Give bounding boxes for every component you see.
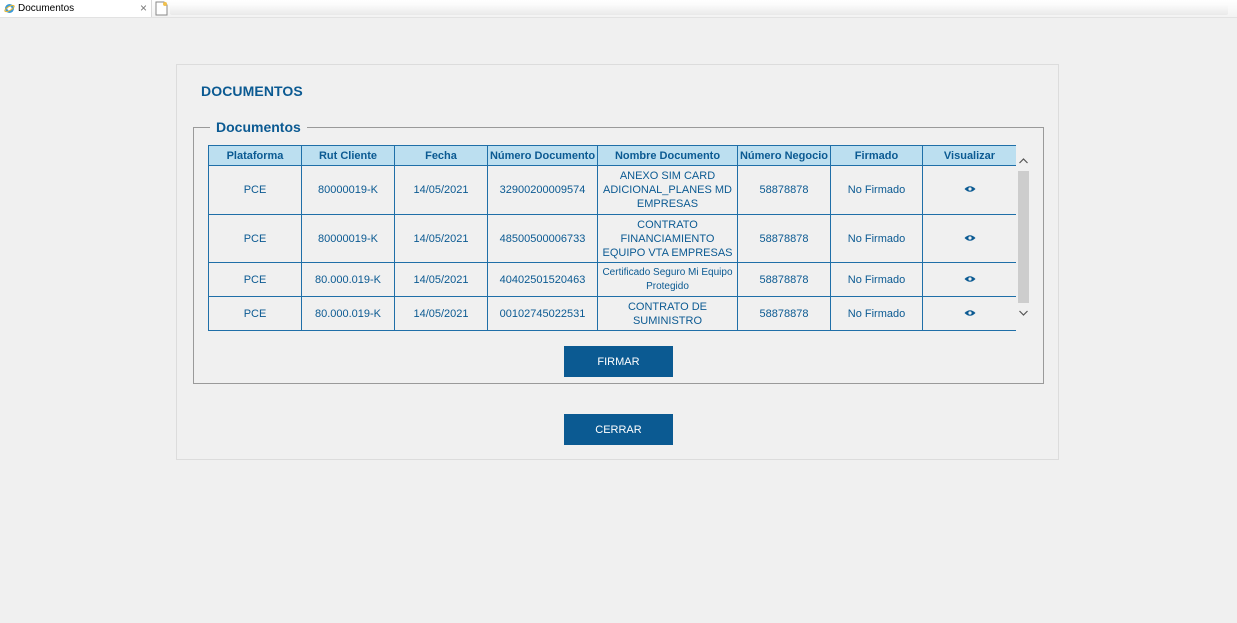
cell-numero-negocio: 58878878 bbox=[737, 165, 831, 215]
cell-plataforma: PCE bbox=[208, 296, 302, 331]
eye-icon[interactable] bbox=[964, 275, 976, 283]
cell-visualizar bbox=[922, 165, 1017, 215]
cell-rut-cliente: 80.000.019-K bbox=[301, 296, 395, 331]
cell-nombre-documento: ANEXO SIM CARD ADICIONAL_PLANES MD EMPRE… bbox=[597, 165, 738, 215]
cell-numero-documento: 00102745022531 bbox=[487, 296, 598, 331]
cell-numero-negocio: 58878878 bbox=[737, 214, 831, 263]
cell-numero-documento: 40402501520463 bbox=[487, 262, 598, 297]
cell-numero-documento: 32900200009574 bbox=[487, 165, 598, 215]
cell-nombre-documento: Certificado Seguro Mi Equipo Protegido bbox=[597, 262, 738, 297]
cell-fecha: 14/05/2021 bbox=[394, 262, 488, 297]
header-numero-documento[interactable]: Número Documento bbox=[487, 145, 598, 166]
table-header-row: Plataforma Rut Cliente Fecha Número Docu… bbox=[208, 145, 1017, 166]
eye-icon[interactable] bbox=[964, 309, 976, 317]
header-numero-negocio[interactable]: Número Negocio bbox=[737, 145, 831, 166]
browser-icon bbox=[4, 4, 15, 13]
cell-plataforma: PCE bbox=[208, 165, 302, 215]
documents-table-container: Plataforma Rut Cliente Fecha Número Docu… bbox=[208, 145, 1031, 332]
scroll-up-icon[interactable] bbox=[1016, 155, 1031, 169]
tab-title: Documentos bbox=[18, 3, 75, 14]
eye-icon[interactable] bbox=[964, 185, 976, 193]
close-tab-icon[interactable]: × bbox=[140, 1, 147, 15]
table-row[interactable]: PCE 80.000.019-K 14/05/2021 404025015204… bbox=[208, 262, 1017, 297]
table-row[interactable]: PCE 80.000.019-K 14/05/2021 001027450225… bbox=[208, 296, 1017, 331]
cell-firmado: No Firmado bbox=[830, 262, 923, 297]
cell-numero-negocio: 58878878 bbox=[737, 296, 831, 331]
tab-bar-background bbox=[170, 4, 1228, 15]
cell-numero-documento: 48500500006733 bbox=[487, 214, 598, 263]
page-title: DOCUMENTOS bbox=[201, 83, 303, 99]
cell-numero-negocio: 58878878 bbox=[737, 262, 831, 297]
header-nombre-documento[interactable]: Nombre Documento bbox=[597, 145, 738, 166]
table-row[interactable]: PCE 80000019-K 14/05/2021 48500500006733… bbox=[208, 214, 1017, 263]
table-row[interactable]: PCE 80000019-K 14/05/2021 32900200009574… bbox=[208, 165, 1017, 215]
cell-visualizar bbox=[922, 262, 1017, 297]
cell-firmado: No Firmado bbox=[830, 214, 923, 263]
documents-table: Plataforma Rut Cliente Fecha Número Docu… bbox=[208, 145, 1017, 331]
table-scrollbar[interactable] bbox=[1016, 145, 1031, 332]
cell-fecha: 14/05/2021 bbox=[394, 214, 488, 263]
cell-rut-cliente: 80000019-K bbox=[301, 165, 395, 215]
documentos-panel: DOCUMENTOS Documentos Plataforma Rut Cli… bbox=[176, 64, 1059, 460]
cell-rut-cliente: 80000019-K bbox=[301, 214, 395, 263]
cell-plataforma: PCE bbox=[208, 214, 302, 263]
header-rut-cliente[interactable]: Rut Cliente bbox=[301, 145, 395, 166]
cell-visualizar bbox=[922, 214, 1017, 263]
header-firmado[interactable]: Firmado bbox=[830, 145, 923, 166]
cell-visualizar bbox=[922, 296, 1017, 331]
cerrar-button[interactable]: CERRAR bbox=[564, 414, 673, 445]
header-fecha[interactable]: Fecha bbox=[394, 145, 488, 166]
cell-plataforma: PCE bbox=[208, 262, 302, 297]
cell-fecha: 14/05/2021 bbox=[394, 296, 488, 331]
eye-icon[interactable] bbox=[964, 234, 976, 242]
firmar-button[interactable]: FIRMAR bbox=[564, 346, 673, 377]
cell-firmado: No Firmado bbox=[830, 165, 923, 215]
fieldset-legend: Documentos bbox=[216, 119, 301, 135]
scrollbar-thumb[interactable] bbox=[1018, 171, 1029, 303]
header-visualizar[interactable]: Visualizar bbox=[922, 145, 1017, 166]
tab-documentos[interactable]: Documentos × bbox=[0, 0, 152, 17]
cell-rut-cliente: 80.000.019-K bbox=[301, 262, 395, 297]
header-plataforma[interactable]: Plataforma bbox=[208, 145, 302, 166]
new-tab-icon[interactable] bbox=[154, 1, 169, 16]
cell-fecha: 14/05/2021 bbox=[394, 165, 488, 215]
scroll-down-icon[interactable] bbox=[1016, 307, 1031, 321]
documentos-fieldset: Documentos Plataforma Rut Cliente Fecha … bbox=[193, 119, 1044, 384]
cell-firmado: No Firmado bbox=[830, 296, 923, 331]
cell-nombre-documento: CONTRATO DE SUMINISTRO bbox=[597, 296, 738, 331]
cell-nombre-documento: CONTRATO FINANCIAMIENTO EQUIPO VTA EMPRE… bbox=[597, 214, 738, 263]
browser-tab-strip: Documentos × bbox=[0, 0, 1237, 18]
